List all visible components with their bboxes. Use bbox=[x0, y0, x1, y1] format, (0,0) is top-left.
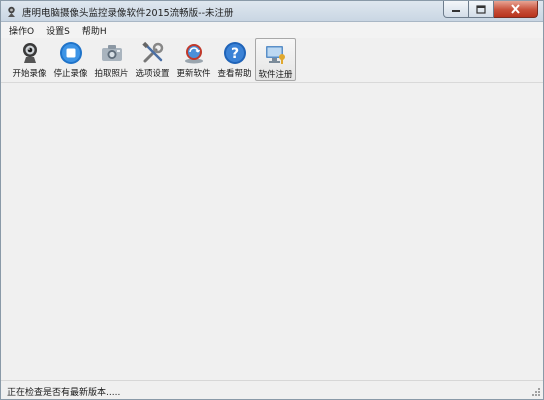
close-icon bbox=[511, 4, 520, 14]
window-controls bbox=[443, 1, 538, 19]
start-recording-button[interactable]: 开始录像 bbox=[9, 38, 50, 81]
minimize-icon bbox=[452, 10, 460, 12]
toolbar-label: 查看帮助 bbox=[217, 69, 252, 79]
stop-icon bbox=[59, 42, 82, 64]
webcam-icon bbox=[22, 43, 37, 63]
toolbar-label: 停止录像 bbox=[53, 69, 88, 79]
take-photo-button[interactable]: 拍取照片 bbox=[91, 38, 132, 81]
resize-grip-icon[interactable] bbox=[530, 386, 541, 397]
minimize-button[interactable] bbox=[443, 1, 469, 18]
stop-recording-button[interactable]: 停止录像 bbox=[50, 38, 91, 81]
menu-bar: 操作O 设置S 帮助H bbox=[1, 22, 543, 38]
software-register-button[interactable]: 软件注册 bbox=[255, 38, 296, 81]
main-content-area bbox=[1, 84, 543, 379]
status-text: 正在检查是否有最新版本..... bbox=[7, 388, 121, 398]
toolbar-label: 选项设置 bbox=[135, 69, 170, 79]
svg-text:?: ? bbox=[230, 46, 238, 62]
maximize-button[interactable] bbox=[469, 1, 494, 18]
update-icon bbox=[184, 44, 203, 64]
toolbar-label: 更新软件 bbox=[176, 69, 211, 79]
help-icon: ? bbox=[223, 42, 246, 64]
tools-icon bbox=[141, 41, 163, 63]
toolbar-label: 软件注册 bbox=[258, 70, 293, 80]
close-button[interactable] bbox=[494, 1, 538, 18]
toolbar-label: 开始录像 bbox=[12, 69, 47, 79]
app-icon[interactable] bbox=[5, 5, 18, 18]
window-title: 唐明电脑摄像头监控录像软件2015流畅版--未注册 bbox=[22, 8, 234, 19]
maximize-icon bbox=[476, 4, 486, 14]
camera-icon bbox=[101, 45, 122, 61]
update-software-button[interactable]: 更新软件 bbox=[173, 38, 214, 81]
menu-operation[interactable]: 操作O bbox=[9, 24, 34, 37]
app-window: 唐明电脑摄像头监控录像软件2015流畅版--未注册 操作O 设置S 帮助H 开始… bbox=[0, 0, 544, 400]
view-help-button[interactable]: ? 查看帮助 bbox=[214, 38, 255, 81]
menu-help[interactable]: 帮助H bbox=[82, 24, 107, 37]
status-bar: 正在检查是否有最新版本..... bbox=[1, 380, 543, 399]
register-icon bbox=[265, 46, 285, 64]
menu-settings[interactable]: 设置S bbox=[46, 24, 70, 37]
options-settings-button[interactable]: 选项设置 bbox=[132, 38, 173, 81]
title-bar[interactable]: 唐明电脑摄像头监控录像软件2015流畅版--未注册 bbox=[1, 1, 543, 22]
toolbar-label: 拍取照片 bbox=[94, 69, 129, 79]
toolbar: 开始录像 停止录像 拍取照片 选项设置 更新软件 ? 查看帮助 软件注册 bbox=[1, 38, 543, 83]
